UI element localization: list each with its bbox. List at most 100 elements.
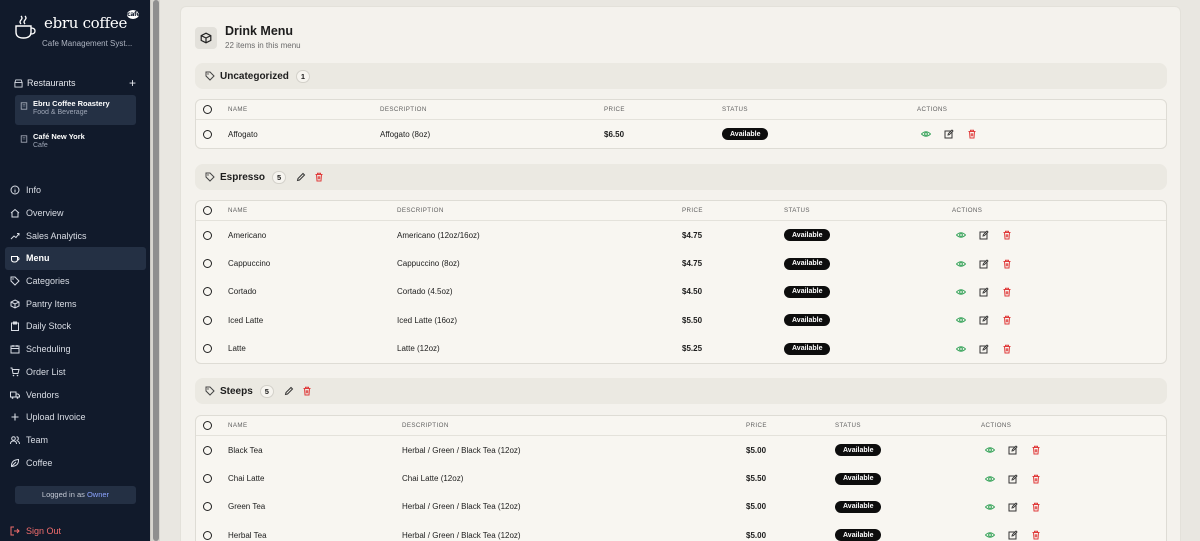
- row-select-radio[interactable]: [203, 344, 212, 354]
- item-description: Herbal / Green / Black Tea (12oz): [402, 445, 521, 455]
- nav-item-daily-stock[interactable]: Daily Stock: [5, 315, 146, 338]
- edit-icon[interactable]: [979, 287, 989, 297]
- view-eye-icon[interactable]: [956, 315, 966, 325]
- row-select-radio[interactable]: [203, 474, 212, 484]
- edit-icon[interactable]: [1008, 530, 1018, 540]
- edit-icon[interactable]: [979, 230, 989, 240]
- nav-item-pantry-items[interactable]: Pantry Items: [5, 292, 146, 315]
- row-select-cell[interactable]: [203, 278, 212, 306]
- delete-trash-icon[interactable]: [1031, 445, 1041, 455]
- item-name: Affogato: [228, 129, 258, 139]
- item-name: Iced Latte: [228, 315, 264, 325]
- nav-item-order-list[interactable]: Order List: [5, 361, 146, 384]
- edit-category-icon[interactable]: [284, 386, 294, 396]
- view-eye-icon[interactable]: [985, 474, 995, 484]
- delete-trash-icon[interactable]: [1031, 474, 1041, 484]
- view-eye-icon[interactable]: [956, 259, 966, 269]
- row-select-radio[interactable]: [203, 259, 212, 269]
- delete-trash-icon[interactable]: [1002, 287, 1012, 297]
- nav-item-team[interactable]: Team: [5, 429, 146, 452]
- select-all-radio[interactable]: [203, 421, 212, 430]
- sign-out-label: Sign Out: [26, 526, 62, 536]
- restaurant-item-ebru-coffee-roastery[interactable]: Ebru Coffee Roastery Food & Beverage: [15, 95, 136, 125]
- menu-box-icon: [195, 27, 217, 49]
- item-name: Latte: [228, 344, 246, 354]
- nav-item-vendors[interactable]: Vendors: [5, 383, 146, 406]
- row-select-cell[interactable]: [203, 464, 212, 492]
- nav-item-info[interactable]: Info: [5, 179, 146, 202]
- category-header-steeps[interactable]: Steeps 5: [195, 378, 1167, 404]
- edit-icon[interactable]: [979, 315, 989, 325]
- edit-icon[interactable]: [1008, 445, 1018, 455]
- select-all-radio-cell[interactable]: [203, 416, 212, 435]
- nav-item-upload-invoice[interactable]: Upload Invoice: [5, 406, 146, 429]
- status-cell: Available: [835, 521, 882, 541]
- item-name: Chai Latte: [228, 474, 265, 484]
- row-select-cell[interactable]: [203, 120, 212, 148]
- delete-trash-icon[interactable]: [967, 129, 977, 139]
- restaurant-item-cafe-new-york[interactable]: Café New York Cafe: [15, 128, 136, 158]
- view-eye-icon[interactable]: [956, 344, 966, 354]
- edit-icon[interactable]: [979, 258, 989, 269]
- users-icon: [10, 436, 20, 444]
- row-select-cell[interactable]: [203, 493, 212, 521]
- nav-item-overview[interactable]: Overview: [5, 202, 146, 225]
- view-eye-icon[interactable]: [985, 445, 995, 455]
- sidebar-scrollbar-thumb[interactable]: [153, 0, 159, 541]
- column-header-name: NAME: [228, 207, 248, 214]
- row-select-cell[interactable]: [203, 249, 212, 277]
- item-name: Green Tea: [228, 502, 266, 512]
- select-all-radio[interactable]: [203, 206, 212, 215]
- row-select-cell[interactable]: [203, 436, 212, 464]
- nav-item-scheduling[interactable]: Scheduling: [5, 338, 146, 361]
- select-all-radio-cell[interactable]: [203, 201, 212, 220]
- view-eye-icon[interactable]: [985, 530, 995, 540]
- select-all-radio-cell[interactable]: [203, 100, 212, 119]
- view-eye-icon[interactable]: [921, 129, 931, 139]
- column-header-actions: ACTIONS: [917, 106, 948, 113]
- edit-category-icon[interactable]: [296, 172, 306, 182]
- delete-trash-icon[interactable]: [1031, 530, 1041, 540]
- trend-icon: [10, 232, 20, 240]
- nav-item-menu[interactable]: Menu: [5, 247, 146, 270]
- category-header-espresso[interactable]: Espresso 5: [195, 164, 1167, 190]
- row-select-radio[interactable]: [203, 287, 212, 297]
- sidebar-scrollbar[interactable]: [150, 0, 160, 541]
- view-eye-icon[interactable]: [956, 230, 966, 240]
- edit-icon[interactable]: [1008, 502, 1018, 512]
- sign-out-button[interactable]: Sign Out: [10, 526, 61, 536]
- delete-trash-icon[interactable]: [1002, 259, 1012, 269]
- nav-label: Sales Analytics: [26, 230, 87, 241]
- row-select-cell[interactable]: [203, 521, 212, 541]
- delete-trash-icon[interactable]: [1031, 502, 1041, 512]
- row-select-radio[interactable]: [203, 230, 212, 240]
- building-icon: [20, 102, 28, 110]
- row-select-radio[interactable]: [203, 315, 212, 325]
- table-row: Cortado Cortado (4.5oz) $4.50 Available: [196, 278, 1166, 306]
- row-select-radio[interactable]: [203, 502, 212, 512]
- edit-icon[interactable]: [979, 344, 989, 354]
- row-select-radio[interactable]: [203, 129, 212, 139]
- row-select-radio[interactable]: [203, 530, 212, 540]
- view-eye-icon[interactable]: [956, 287, 966, 297]
- add-restaurant-button[interactable]: +: [129, 76, 136, 90]
- nav-item-categories[interactable]: Categories: [5, 270, 146, 293]
- delete-trash-icon[interactable]: [1002, 315, 1012, 325]
- row-select-cell[interactable]: [203, 306, 212, 334]
- row-select-cell[interactable]: [203, 335, 212, 363]
- view-eye-icon[interactable]: [985, 502, 995, 512]
- status-cell: Available: [784, 249, 831, 277]
- edit-icon[interactable]: [944, 129, 954, 139]
- category-header-uncategorized[interactable]: Uncategorized 1: [195, 63, 1167, 89]
- delete-category-icon[interactable]: [314, 172, 324, 182]
- delete-trash-icon[interactable]: [1002, 344, 1012, 354]
- row-select-radio[interactable]: [203, 445, 212, 455]
- select-all-radio[interactable]: [203, 105, 212, 114]
- nav-item-coffee[interactable]: Coffee: [5, 451, 146, 474]
- edit-icon[interactable]: [1008, 473, 1018, 484]
- nav-item-sales-analytics[interactable]: Sales Analytics: [5, 224, 146, 247]
- row-select-cell[interactable]: [203, 221, 212, 249]
- delete-trash-icon[interactable]: [1002, 230, 1012, 240]
- delete-category-icon[interactable]: [302, 386, 312, 396]
- row-actions: [956, 249, 1025, 277]
